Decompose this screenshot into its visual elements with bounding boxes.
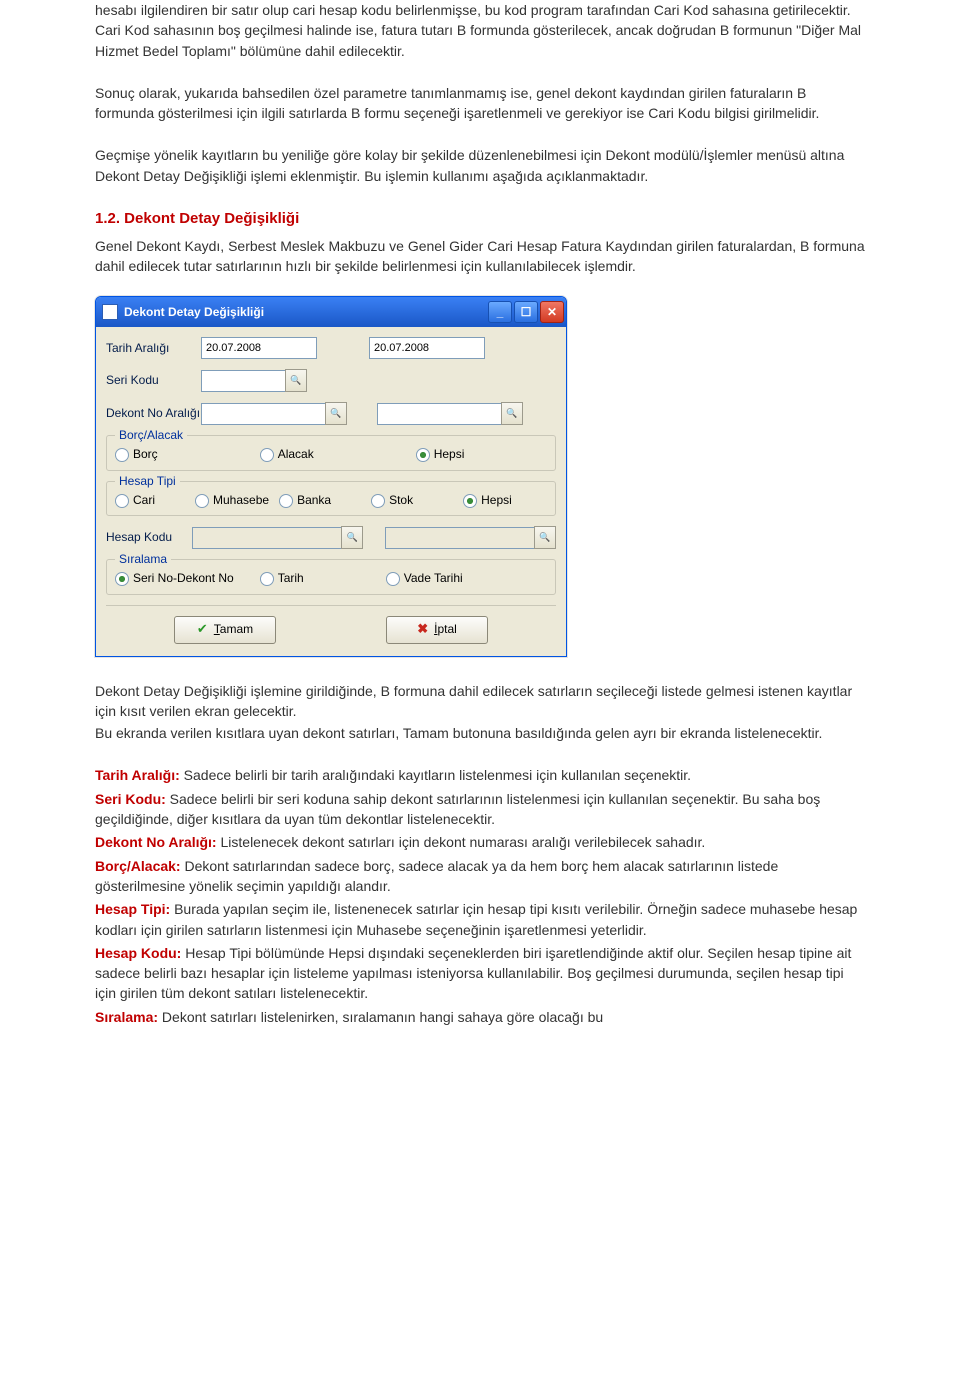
after-dialog-2: Bu ekranda verilen kısıtlara uyan dekont…	[95, 723, 865, 743]
section-intro: Genel Dekont Kaydı, Serbest Meslek Makbu…	[95, 236, 865, 277]
def-seri-label: Seri Kodu:	[95, 791, 166, 807]
radio-stok[interactable]: Stok	[371, 492, 413, 509]
lookup-hesap-from-button[interactable]: 🔍	[341, 526, 363, 549]
def-borc-text: Dekont satırlarından sadece borç, sadece…	[95, 858, 778, 894]
paragraph-3: Geçmişe yönelik kayıtların bu yeniliğe g…	[95, 145, 865, 186]
separator	[106, 605, 556, 606]
group-siralama: Sıralama Seri No-Dekont No Tarih Vade Ta…	[106, 559, 556, 594]
radio-hepsi-ba[interactable]: Hepsi	[416, 446, 465, 463]
label-seri: Seri Kodu	[106, 372, 201, 389]
def-dekont-label: Dekont No Aralığı:	[95, 834, 217, 850]
cancel-label: İptal	[434, 621, 457, 638]
minimize-button[interactable]: _	[488, 301, 512, 323]
x-icon: ✖	[417, 620, 428, 639]
radio-alacak[interactable]: Alacak	[260, 446, 314, 463]
input-date-from[interactable]: 20.07.2008	[201, 337, 317, 359]
label-dekont-no: Dekont No Aralığı	[106, 405, 201, 422]
input-date-to[interactable]: 20.07.2008	[369, 337, 485, 359]
ok-button[interactable]: ✔ Tamam	[174, 616, 276, 644]
radio-banka[interactable]: Banka	[279, 492, 331, 509]
radio-vade-tarihi[interactable]: Vade Tarihi	[386, 570, 463, 587]
input-hesap-from[interactable]	[192, 527, 342, 549]
lookup-hesap-to-button[interactable]: 🔍	[534, 526, 556, 549]
radio-tarih[interactable]: Tarih	[260, 570, 304, 587]
def-dekont-text: Listelenecek dekont satırları için dekon…	[217, 834, 706, 850]
radio-hepsi-ht[interactable]: Hepsi	[463, 492, 512, 509]
radio-cari[interactable]: Cari	[115, 492, 155, 509]
label-tarih: Tarih Aralığı	[106, 340, 201, 357]
lookup-dekont-from-button[interactable]: 🔍	[325, 402, 347, 425]
close-button[interactable]: ✕	[540, 301, 564, 323]
definition-list: Tarih Aralığı: Sadece belirli bir tarih …	[95, 765, 865, 1027]
def-hesaptipi-label: Hesap Tipi:	[95, 901, 170, 917]
radio-seri-dekont[interactable]: Seri No-Dekont No	[115, 570, 234, 587]
def-tarih-text: Sadece belirli bir tarih aralığındaki ka…	[180, 767, 691, 783]
input-dekont-to[interactable]	[377, 403, 502, 425]
maximize-button[interactable]: ☐	[514, 301, 538, 323]
dialog-title: Dekont Detay Değişikliği	[124, 304, 486, 321]
cancel-button[interactable]: ✖ İptal	[386, 616, 488, 644]
def-siralama-text: Dekont satırları listelenirken, sıralama…	[158, 1009, 603, 1025]
def-hesaptipi-text: Burada yapılan seçim ile, listenenecek s…	[95, 901, 857, 937]
def-siralama-label: Sıralama:	[95, 1009, 158, 1025]
radio-borc[interactable]: Borç	[115, 446, 158, 463]
radio-muhasebe[interactable]: Muhasebe	[195, 492, 269, 509]
def-borc-label: Borç/Alacak:	[95, 858, 181, 874]
label-hesap-kodu: Hesap Kodu	[106, 529, 192, 546]
def-hesapkodu-label: Hesap Kodu:	[95, 945, 181, 961]
app-icon	[102, 304, 118, 320]
input-dekont-from[interactable]	[201, 403, 326, 425]
legend-borc-alacak: Borç/Alacak	[115, 427, 187, 444]
input-hesap-to[interactable]	[385, 527, 535, 549]
section-heading: 1.2. Dekont Detay Değişikliği	[95, 208, 865, 230]
group-hesap-tipi: Hesap Tipi Cari Muhasebe Banka Stok Heps…	[106, 481, 556, 516]
def-hesapkodu-text: Hesap Tipi bölümünde Hepsi dışındaki seç…	[95, 945, 851, 1002]
lookup-seri-button[interactable]: 🔍	[285, 369, 307, 392]
dialog-dekont-detay: Dekont Detay Değişikliği _ ☐ ✕ Tarih Ara…	[95, 296, 567, 656]
def-seri-text: Sadece belirli bir seri koduna sahip dek…	[95, 791, 820, 827]
def-tarih-label: Tarih Aralığı:	[95, 767, 180, 783]
legend-siralama: Sıralama	[115, 551, 171, 568]
dialog-titlebar[interactable]: Dekont Detay Değişikliği _ ☐ ✕	[96, 297, 566, 327]
group-borc-alacak: Borç/Alacak Borç Alacak Hepsi	[106, 435, 556, 470]
legend-hesap-tipi: Hesap Tipi	[115, 473, 180, 490]
paragraph-1: hesabı ilgilendiren bir satır olup cari …	[95, 0, 865, 61]
paragraph-2: Sonuç olarak, yukarıda bahsedilen özel p…	[95, 83, 865, 124]
ok-label: Tamam	[214, 621, 253, 638]
check-icon: ✔	[197, 620, 208, 639]
after-dialog-1: Dekont Detay Değişikliği işlemine girild…	[95, 681, 865, 722]
input-seri-kodu[interactable]	[201, 370, 286, 392]
lookup-dekont-to-button[interactable]: 🔍	[501, 402, 523, 425]
